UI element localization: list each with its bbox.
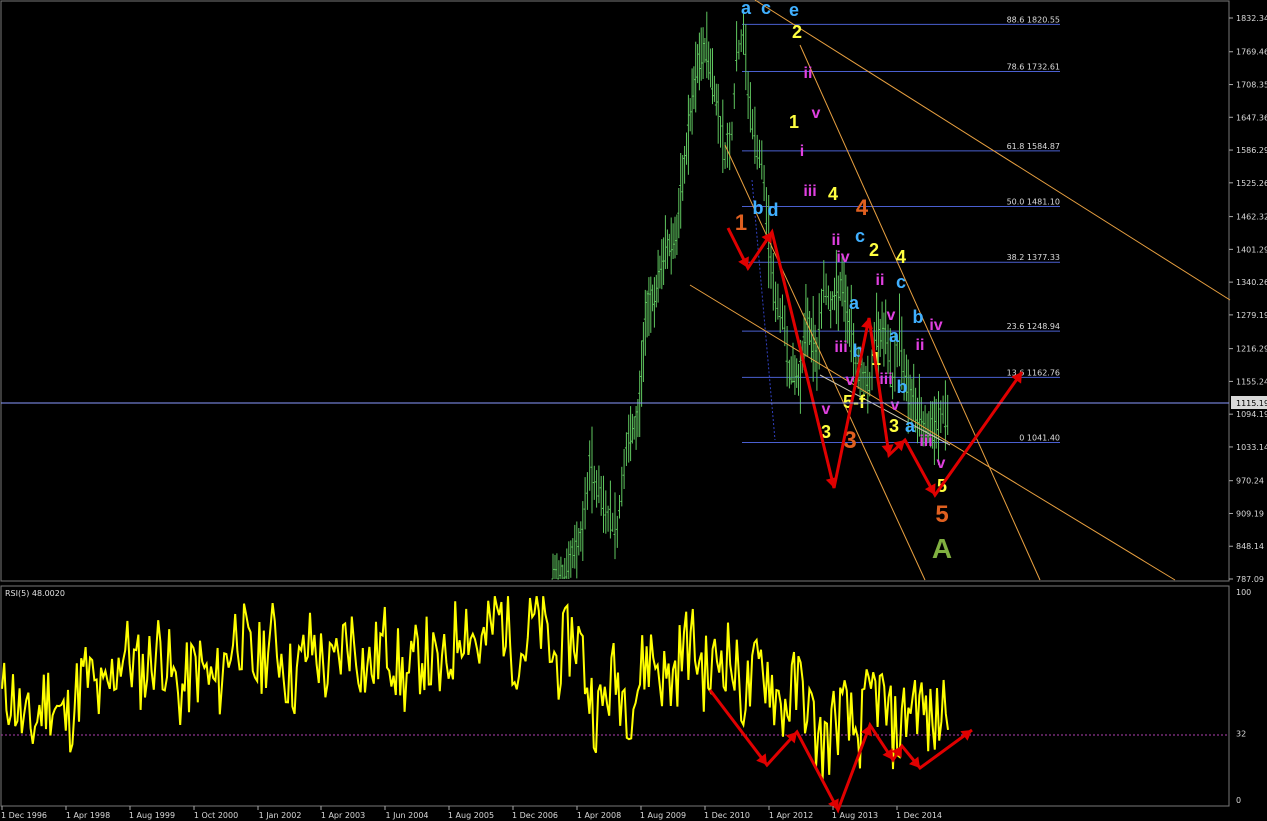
x-tick-label: 1 Jan 2002 [259, 811, 302, 820]
x-tick-label: 1 Jun 2004 [385, 811, 428, 820]
wave-label: ii [876, 272, 885, 289]
price-tick-label: 1216.29 [1236, 345, 1267, 354]
price-tick-label: 909.19 [1236, 509, 1264, 518]
x-tick-label: 1 Apr 2008 [577, 811, 621, 820]
rsi-tick-label: 32 [1236, 729, 1246, 738]
x-tick-label: 1 Apr 2012 [769, 811, 813, 820]
wave-label: e [789, 0, 799, 20]
wave-label: a [849, 293, 860, 313]
price-tick-label: 1340.26 [1236, 278, 1267, 287]
wave-label: v [937, 455, 946, 472]
price-tick-label: 1708.35 [1236, 81, 1267, 90]
x-tick-label: 1 Dec 2014 [896, 811, 942, 820]
price-tick-label: 1647.36 [1236, 113, 1267, 122]
fib-label: 78.6 1732.61 [1007, 63, 1060, 72]
price-tick-label: 787.09 [1236, 575, 1264, 584]
rsi-tick-label: 0 [1236, 796, 1241, 805]
fib-label: 50.0 1481.10 [1007, 198, 1060, 207]
x-tick-label: 1 Aug 2005 [448, 811, 494, 820]
wave-label: ii [804, 65, 813, 82]
x-tick-label: 1 Aug 2009 [640, 811, 686, 820]
price-tick-label: 1586.29 [1236, 146, 1267, 155]
chart-canvas: 1832.34 1769.46 1708.35 1647.36 1586.29 1525.… [0, 0, 1267, 821]
current-price-tag-text: 1115.19 [1236, 399, 1267, 408]
x-tick-label: 1 Apr 1998 [66, 811, 110, 820]
wave-label: iii [879, 371, 892, 388]
fib-label: 23.6 1248.94 [1007, 322, 1060, 331]
wave-label: v [812, 105, 821, 122]
wave-label: d [768, 200, 779, 220]
wave-label: A [932, 533, 952, 564]
price-tick-label: 1832.34 [1236, 14, 1267, 23]
x-tick-label: 1 Dec 2006 [512, 811, 558, 820]
wave-label: iii [919, 433, 932, 450]
wave-label: iv [929, 317, 942, 334]
wave-label: iii [834, 339, 847, 356]
price-tick-label: 970.24 [1236, 477, 1264, 486]
fib-label: 61.8 1584.87 [1007, 142, 1060, 151]
wave-label: a [905, 416, 916, 436]
x-tick-label: 1 Dec 1996 [1, 811, 47, 820]
wave-label: 2 [792, 22, 802, 42]
wave-label: 4 [856, 195, 869, 220]
wave-label: c [896, 272, 906, 292]
wave-label: 4 [896, 247, 906, 267]
wave-label: b [913, 307, 924, 327]
wave-label: a [741, 0, 752, 18]
wave-label: 1 [735, 210, 747, 235]
x-tick-label: 1 Apr 2003 [321, 811, 365, 820]
rsi-title: RSI(5) 48.0020 [5, 589, 65, 598]
price-tick-label: 1462.32 [1236, 213, 1267, 222]
wave-label: c [855, 226, 865, 246]
wave-label: 3 [889, 416, 899, 436]
wave-label: 1 [789, 112, 799, 132]
wave-label: v [887, 307, 896, 324]
price-tick-label: 1769.46 [1236, 48, 1267, 57]
wave-label: 2 [869, 240, 879, 260]
price-tick-label: 1401.29 [1236, 245, 1267, 254]
wave-label: a [889, 326, 900, 346]
wave-label: c [761, 0, 771, 18]
fib-label: 0 1041.40 [1019, 434, 1060, 443]
x-tick-label: 1 Aug 2013 [832, 811, 878, 820]
wave-label: 5 [935, 501, 948, 528]
wave-label: i [800, 143, 804, 160]
x-tick-label: 1 Aug 1999 [129, 811, 175, 820]
wave-label: 4 [828, 184, 838, 204]
price-tick-label: 1094.19 [1236, 410, 1267, 419]
wave-label: iii [803, 183, 816, 200]
wave-label: b [753, 198, 764, 218]
price-tick-label: 1033.14 [1236, 443, 1267, 452]
price-tick-label: 1525.26 [1236, 179, 1267, 188]
x-tick-label: 1 Dec 2010 [704, 811, 750, 820]
wave-label: v [822, 401, 831, 418]
fib-label: 38.2 1377.33 [1007, 253, 1060, 262]
wave-label: ii [832, 232, 841, 249]
wave-label: v [891, 397, 900, 414]
wave-label: ii [916, 337, 925, 354]
price-tick-label: 848.14 [1236, 542, 1264, 551]
fib-label: 88.6 1820.55 [1007, 15, 1060, 24]
wave-label: iv [836, 249, 849, 266]
wave-label: v [846, 372, 855, 389]
rsi-tick-label: 100 [1236, 588, 1251, 597]
price-tick-label: 1279.19 [1236, 311, 1267, 320]
price-tick-label: 1155.24 [1236, 377, 1267, 386]
wave-label: b [897, 377, 908, 397]
x-tick-label: 1 Oct 2000 [194, 811, 238, 820]
